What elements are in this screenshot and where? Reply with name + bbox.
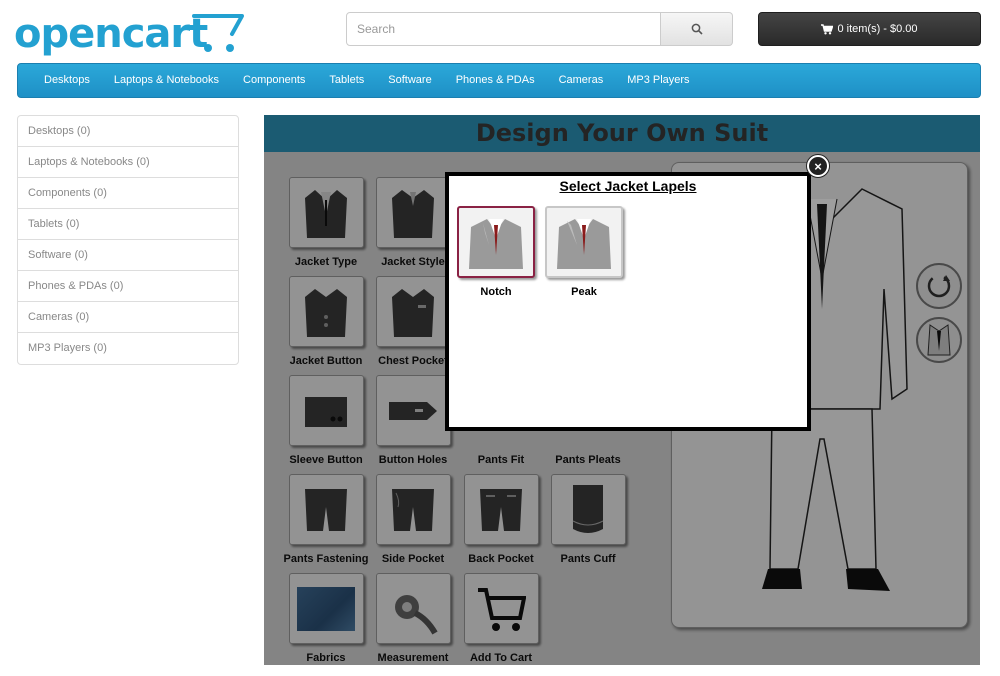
cart-button[interactable]: 0 item(s) - $0.00 — [758, 12, 981, 46]
close-icon: × — [814, 158, 822, 174]
sidebar-item-tablets[interactable]: Tablets (0) — [18, 209, 238, 240]
logo-text: opencart — [14, 11, 208, 57]
cart-total: 0 item(s) - $0.00 — [837, 23, 918, 35]
search-icon — [691, 23, 703, 35]
modal-close-button[interactable]: × — [807, 155, 829, 177]
lapel-option-peak[interactable]: Peak — [545, 206, 623, 298]
nav-item-tablets[interactable]: Tablets — [317, 63, 376, 98]
logo-cart-icon — [192, 14, 244, 52]
sidebar-item-desktops[interactable]: Desktops (0) — [18, 116, 238, 147]
lapel-option-notch[interactable]: Notch — [457, 206, 535, 298]
category-sidebar: Desktops (0) Laptops & Notebooks (0) Com… — [17, 115, 239, 365]
sidebar-item-laptops[interactable]: Laptops & Notebooks (0) — [18, 147, 238, 178]
sidebar-item-mp3-players[interactable]: MP3 Players (0) — [18, 333, 238, 364]
opencart-logo[interactable]: opencart — [14, 10, 246, 60]
sidebar-item-phones[interactable]: Phones & PDAs (0) — [18, 271, 238, 302]
search-bar — [346, 12, 733, 46]
modal-title: Select Jacket Lapels — [559, 178, 697, 194]
nav-item-components[interactable]: Components — [231, 63, 317, 98]
lapel-label: Peak — [571, 286, 597, 298]
notch-lapel-icon — [469, 219, 523, 269]
search-input[interactable] — [346, 12, 661, 46]
nav-item-laptops[interactable]: Laptops & Notebooks — [102, 63, 231, 98]
top-menu: Desktops Laptops & Notebooks Components … — [17, 63, 981, 98]
search-button[interactable] — [661, 12, 733, 46]
nav-item-cameras[interactable]: Cameras — [547, 63, 616, 98]
sidebar-item-cameras[interactable]: Cameras (0) — [18, 302, 238, 333]
lapel-label: Notch — [480, 286, 512, 298]
nav-item-software[interactable]: Software — [376, 63, 443, 98]
cart-icon — [821, 23, 834, 34]
nav-item-mp3-players[interactable]: MP3 Players — [615, 63, 701, 98]
peak-lapel-icon — [557, 219, 611, 269]
lapel-modal: Select Jacket Lapels Notch Peak — [445, 172, 811, 431]
sidebar-item-components[interactable]: Components (0) — [18, 178, 238, 209]
lapel-thumb — [457, 206, 535, 278]
nav-item-phones[interactable]: Phones & PDAs — [444, 63, 547, 98]
sidebar-item-software[interactable]: Software (0) — [18, 240, 238, 271]
nav-item-desktops[interactable]: Desktops — [32, 63, 102, 98]
lapel-thumb — [545, 206, 623, 278]
